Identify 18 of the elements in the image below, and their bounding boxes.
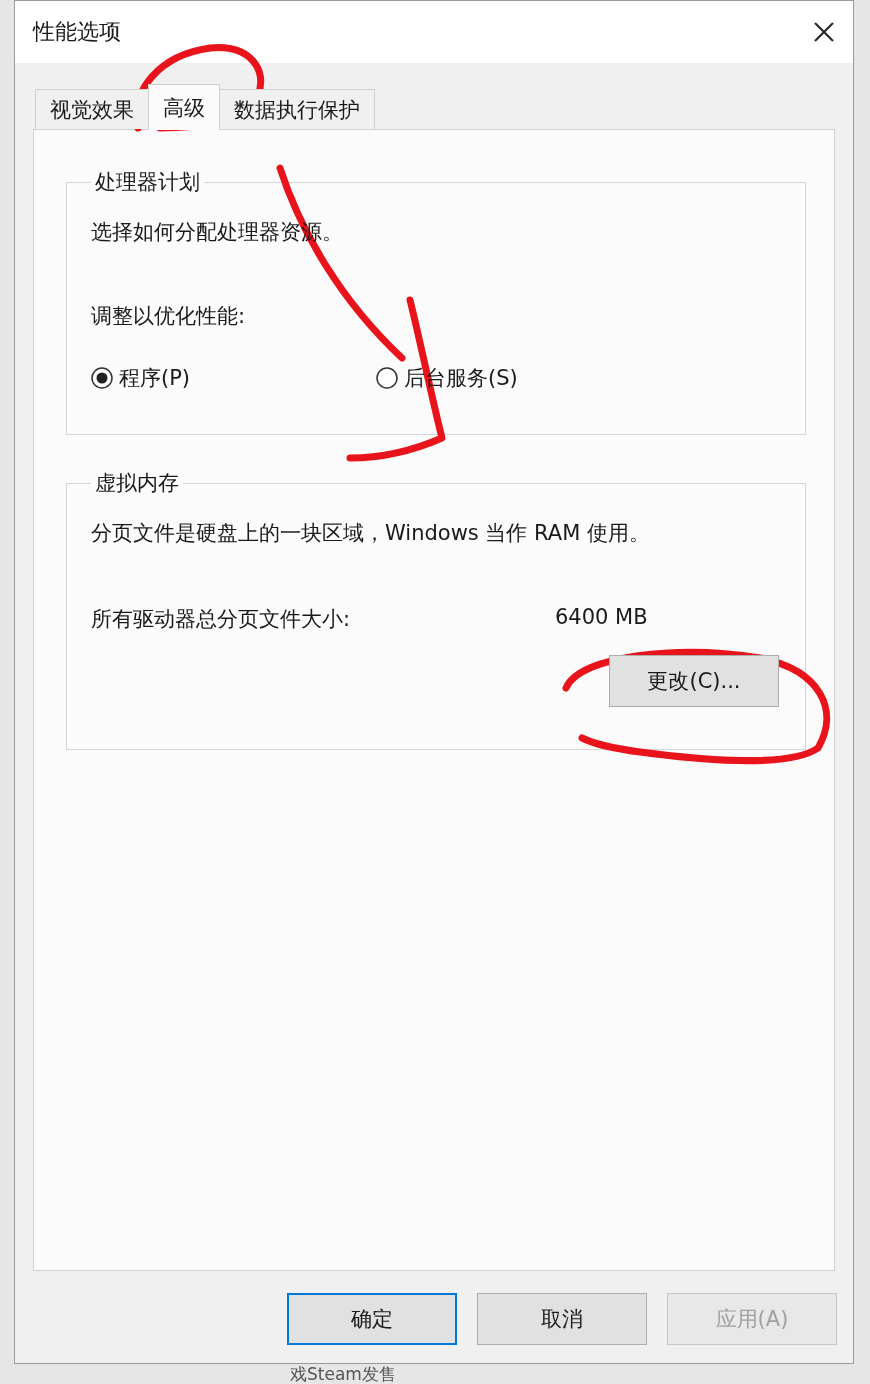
tab[interactable]: 高级 [148, 84, 220, 130]
tab[interactable]: 数据执行保护 [219, 89, 375, 129]
dialog-button[interactable]: 取消 [477, 1293, 647, 1345]
background-text: 戏Steam发售 [290, 1364, 397, 1384]
group-title: 虚拟内存 [94, 470, 180, 497]
tab[interactable]: 视觉效果 [35, 89, 149, 129]
prompt-text: 调整以优化性能: [91, 303, 247, 330]
size-label: 所有驱动器总分页文件大小: [91, 606, 352, 633]
description-text: 分页文件是硬盘上的一块区域，Windows 当作 RAM 使用。 [91, 520, 651, 547]
window-title: 性能选项 [33, 18, 121, 46]
radio-icon[interactable] [91, 367, 113, 389]
close-icon[interactable] [813, 21, 835, 43]
radio-icon[interactable] [376, 367, 398, 389]
group-title: 处理器计划 [94, 169, 201, 196]
dialog-button[interactable]: 确定 [287, 1293, 457, 1345]
change-button[interactable]: 更改(C)... [609, 655, 779, 707]
size-value: 6400 MB [555, 605, 648, 631]
radio-option[interactable]: 程序(P) [91, 364, 376, 392]
